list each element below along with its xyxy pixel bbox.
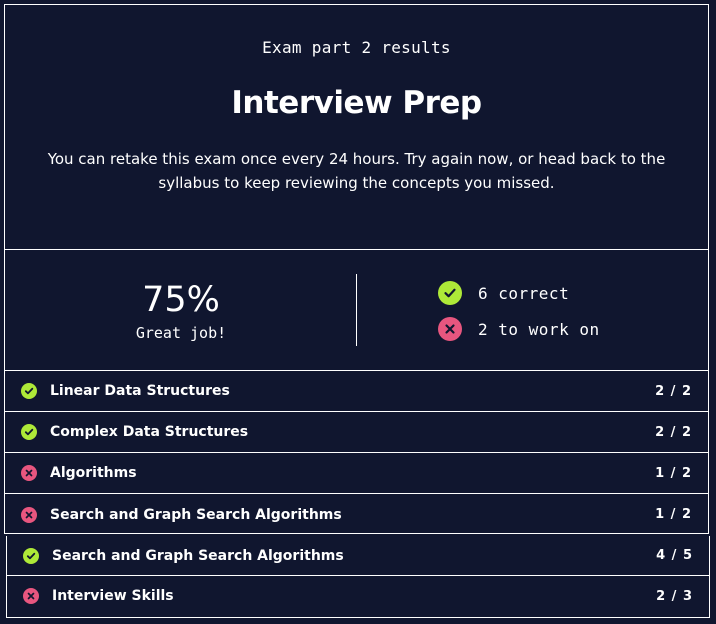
page-title: Interview Prep — [231, 85, 482, 121]
topic-score: 2 / 2 — [655, 424, 692, 440]
score-summary: 75% Great job! 6 correct 2 to work on — [5, 250, 708, 371]
score-percent: 75% — [142, 280, 220, 320]
topic-row: Search and Graph Search Algorithms 1 / 2 — [5, 494, 708, 535]
topic-name: Linear Data Structures — [50, 383, 230, 399]
exam-part-subtitle: Exam part 2 results — [262, 38, 451, 57]
correct-stat: 6 correct — [438, 280, 600, 306]
x-circle-icon — [21, 506, 37, 523]
score-label: Great job! — [135, 324, 227, 342]
topic-row: Linear Data Structures 2 / 2 — [5, 371, 708, 412]
results-header: Exam part 2 results Interview Prep You c… — [5, 5, 708, 250]
score-percent-block: 75% Great job! — [5, 250, 357, 370]
score-stats: 6 correct 2 to work on — [438, 280, 600, 352]
correct-count: 6 correct — [478, 283, 570, 303]
topic-score: 1 / 2 — [655, 465, 692, 481]
work-on-stat: 2 to work on — [438, 316, 600, 342]
retake-description: You can retake this exam once every 24 h… — [47, 150, 666, 192]
topic-name: Search and Graph Search Algorithms — [50, 506, 342, 523]
topic-name: Interview Skills — [52, 588, 174, 604]
topic-name: Search and Graph Search Algorithms — [52, 547, 344, 564]
topic-row: Interview Skills 2 / 3 — [7, 576, 709, 616]
work-on-count: 2 to work on — [478, 319, 600, 339]
extra-topic-list: Search and Graph Search Algorithms 4 / 5… — [6, 536, 710, 618]
check-circle-icon — [21, 383, 37, 399]
x-circle-icon — [438, 317, 462, 341]
topic-score: 2 / 3 — [656, 588, 693, 604]
results-card: Exam part 2 results Interview Prep You c… — [4, 4, 709, 534]
topic-row: Complex Data Structures 2 / 2 — [5, 412, 708, 453]
topic-row: Search and Graph Search Algorithms 4 / 5 — [7, 536, 709, 576]
score-divider — [356, 274, 357, 346]
check-circle-icon — [23, 547, 39, 564]
topic-score: 1 / 2 — [655, 507, 692, 522]
topic-name: Algorithms — [50, 465, 137, 481]
topic-name: Complex Data Structures — [50, 424, 249, 440]
topic-score: 4 / 5 — [656, 548, 693, 563]
topic-list: Linear Data Structures 2 / 2 Complex Dat… — [5, 371, 708, 535]
x-circle-icon — [23, 588, 39, 604]
check-circle-icon — [438, 281, 462, 305]
topic-score: 2 / 2 — [655, 383, 692, 399]
check-circle-icon — [21, 424, 37, 440]
topic-row: Algorithms 1 / 2 — [5, 453, 708, 494]
x-circle-icon — [21, 465, 37, 481]
